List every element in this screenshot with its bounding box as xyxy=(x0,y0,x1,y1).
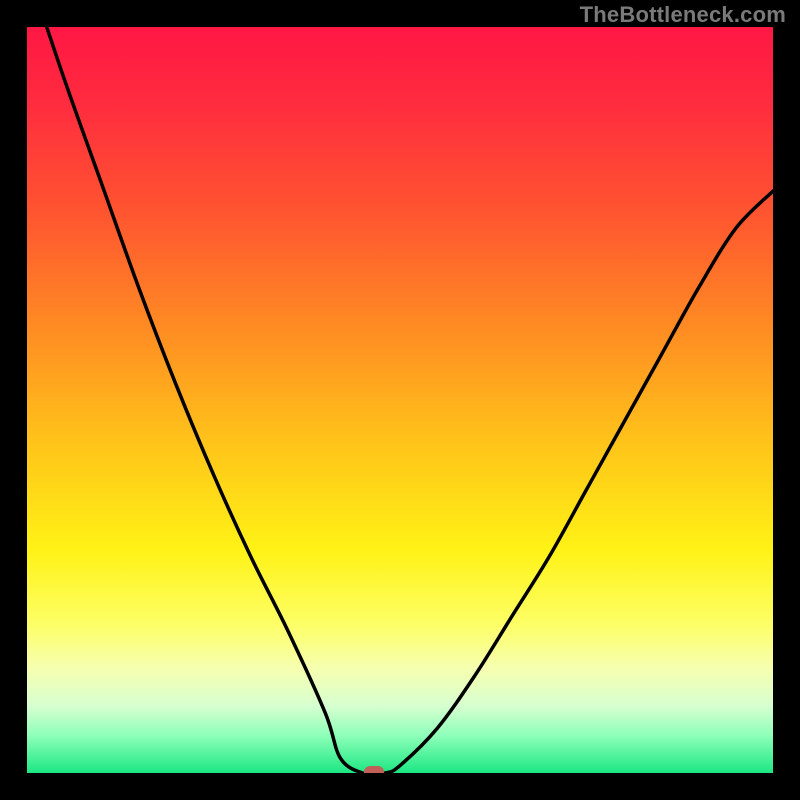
bottleneck-curve xyxy=(27,27,773,773)
watermark-text: TheBottleneck.com xyxy=(580,2,786,28)
plot-area xyxy=(27,27,773,773)
optimal-point-marker xyxy=(364,766,384,773)
chart-frame: TheBottleneck.com xyxy=(0,0,800,800)
